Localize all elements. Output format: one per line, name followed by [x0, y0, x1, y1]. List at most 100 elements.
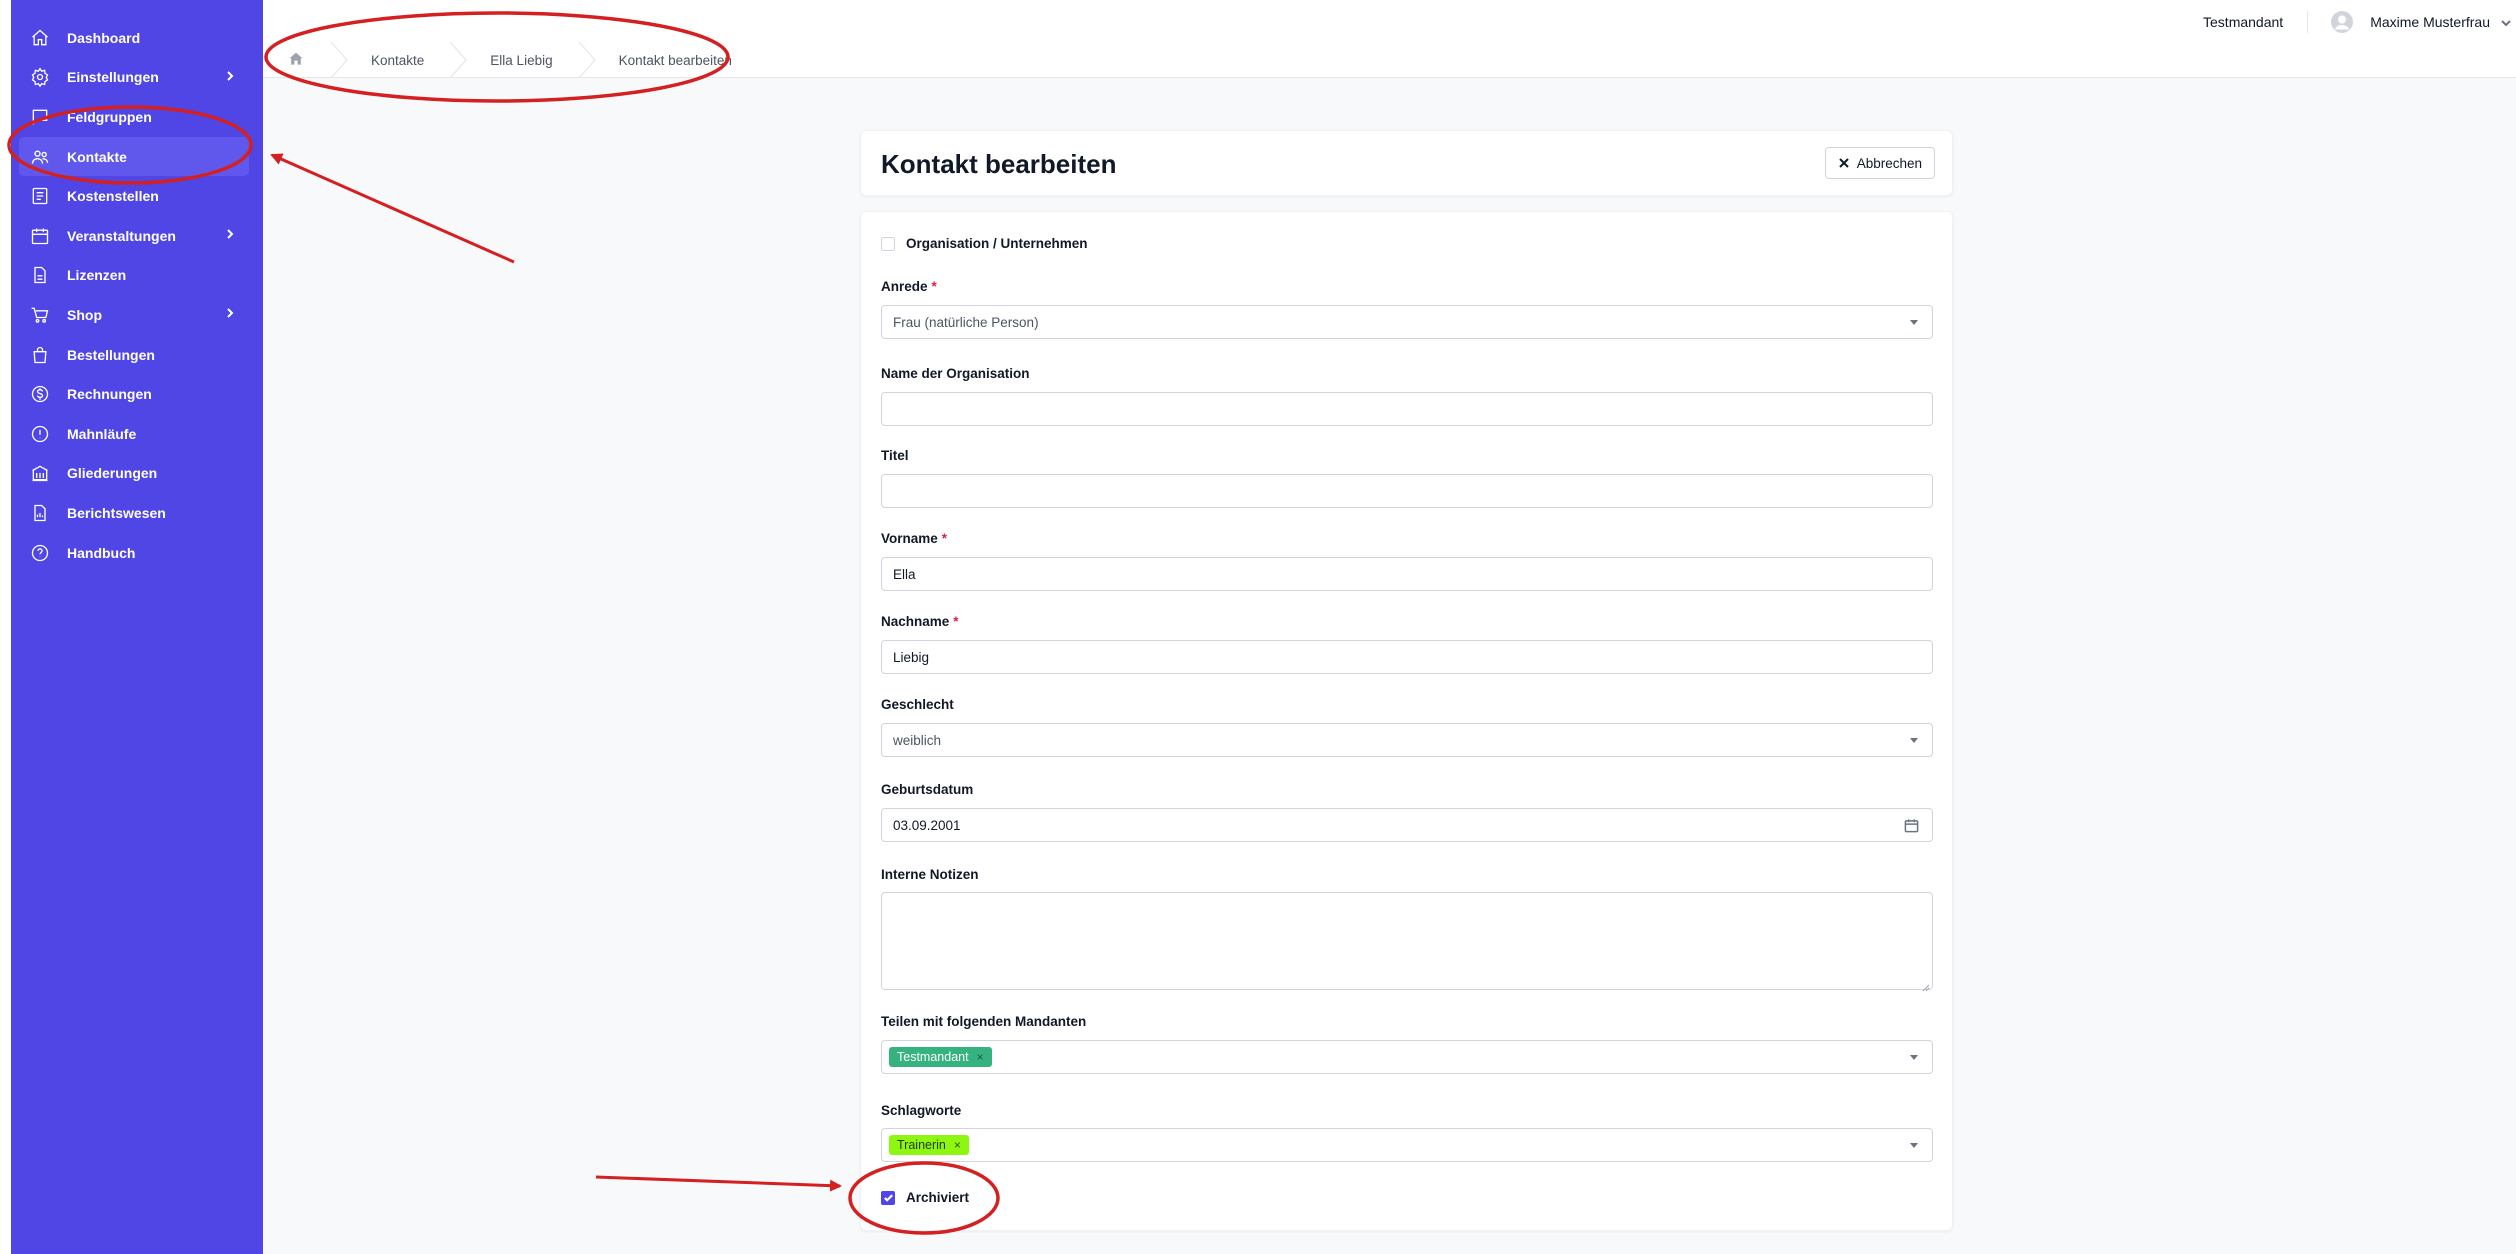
sidebar-item-shop[interactable]: Shop	[11, 295, 263, 335]
caret-down-icon	[1910, 1055, 1918, 1060]
annotation-arrow-kontakte	[270, 153, 515, 264]
mandanten-multiselect[interactable]: Testmandant ×	[881, 1040, 1933, 1074]
sidebar-item-feldgruppen[interactable]: Feldgruppen	[11, 97, 263, 137]
chevron-right-icon	[223, 306, 237, 320]
user-name: Maxime Musterfrau	[2370, 14, 2490, 30]
alert-circle-icon	[29, 423, 51, 445]
chevron-right-icon	[223, 227, 237, 241]
sidebar-item-label: Feldgruppen	[67, 108, 152, 125]
breadcrumb-separator	[577, 41, 597, 79]
sidebar-item-dashboard[interactable]: Dashboard	[11, 18, 263, 58]
ledger-icon	[29, 185, 51, 207]
sidebar-item-lizenzen[interactable]: Lizenzen	[11, 256, 263, 296]
sidebar-item-label: Dashboard	[67, 29, 141, 46]
users-icon	[29, 146, 51, 168]
sidebar-item-veranstaltungen[interactable]: Veranstaltungen	[11, 216, 263, 256]
top-right-area: Testmandant Maxime Musterfrau	[2203, 0, 2516, 44]
calendar-icon[interactable]	[1904, 818, 1919, 833]
mandanten-label: Teilen mit folgenden Mandanten	[881, 1014, 1087, 1029]
check-icon	[883, 1194, 893, 1202]
sidebar-item-label: Einstellungen	[67, 69, 159, 86]
archiviert-checkbox-row[interactable]: Archiviert	[881, 1190, 969, 1205]
chat-icon	[29, 106, 51, 128]
sidebar-item-label: Berichtswesen	[67, 504, 166, 521]
sidebar-nav: Dashboard Einstellungen Feldgruppen Kont…	[11, 0, 263, 572]
caret-down-icon	[1910, 738, 1918, 743]
sidebar-item-kostenstellen[interactable]: Kostenstellen	[11, 176, 263, 216]
sidebar-item-label: Mahnläufe	[67, 425, 137, 442]
notizen-textarea[interactable]	[881, 892, 1933, 992]
gear-icon	[29, 66, 51, 88]
dollar-circle-icon	[29, 383, 51, 405]
sidebar-item-einstellungen[interactable]: Einstellungen	[11, 58, 263, 98]
annotation-arrow-archiviert	[595, 1175, 842, 1192]
left-edge-strip	[0, 0, 11, 1254]
calendar-icon	[29, 225, 51, 247]
mandant-label[interactable]: Testmandant	[2203, 11, 2309, 33]
vorname-label: Vorname *	[881, 531, 948, 546]
cart-icon	[29, 304, 51, 326]
report-icon	[29, 502, 51, 524]
resize-handle-icon[interactable]	[1922, 979, 1930, 992]
geschlecht-select[interactable]: weiblich	[881, 723, 1933, 757]
bag-icon	[29, 344, 51, 366]
geburtsdatum-input[interactable]: 03.09.2001	[881, 808, 1933, 842]
organisation-checkbox-label: Organisation / Unternehmen	[906, 236, 1088, 251]
organisation-name-label: Name der Organisation	[881, 366, 1030, 381]
sidebar-item-label: Shop	[67, 306, 102, 323]
document-icon	[29, 264, 51, 286]
tag-remove-button[interactable]: ×	[954, 1138, 961, 1152]
nachname-label: Nachname *	[881, 614, 959, 629]
sidebar-item-label: Bestellungen	[67, 346, 155, 363]
home-icon	[288, 51, 304, 70]
organisation-name-input[interactable]	[881, 392, 1933, 426]
breadcrumb-separator	[329, 41, 349, 79]
sidebar-item-gliederungen[interactable]: Gliederungen	[11, 454, 263, 494]
sidebar-item-mahnlaeufe[interactable]: Mahnläufe	[11, 414, 263, 454]
cancel-button[interactable]: Abbrechen	[1824, 147, 1935, 179]
top-bar: Kontakte Ella Liebig Kontakt bearbeiten …	[263, 0, 2516, 79]
close-icon	[1838, 157, 1850, 169]
sidebar-item-label: Rechnungen	[67, 386, 152, 403]
tag-remove-button[interactable]: ×	[977, 1050, 984, 1064]
cancel-button-label: Abbrechen	[1856, 155, 1922, 171]
sidebar-item-label: Veranstaltungen	[67, 227, 176, 244]
sidebar-item-label: Gliederungen	[67, 465, 158, 482]
vorname-input[interactable]: Ella	[881, 557, 1933, 591]
caret-down-icon	[1910, 1143, 1918, 1148]
archiviert-label: Archiviert	[906, 1190, 970, 1205]
anrede-select[interactable]: Frau (natürliche Person)	[881, 305, 1933, 339]
breadcrumb: Kontakte Ella Liebig Kontakt bearbeiten	[263, 41, 756, 79]
sidebar-item-label: Lizenzen	[67, 267, 127, 284]
chevron-right-icon	[223, 69, 237, 83]
sidebar-item-handbuch[interactable]: Handbuch	[11, 533, 263, 573]
sidebar: Dashboard Einstellungen Feldgruppen Kont…	[11, 0, 263, 1254]
chevron-down-icon	[2500, 16, 2512, 28]
nachname-input[interactable]: Liebig	[881, 640, 1933, 674]
user-circle-icon	[2330, 10, 2354, 34]
sidebar-item-rechnungen[interactable]: Rechnungen	[11, 374, 263, 414]
tag-chip: Trainerin ×	[889, 1135, 969, 1155]
titel-input[interactable]	[881, 474, 1933, 508]
sidebar-item-bestellungen[interactable]: Bestellungen	[11, 335, 263, 375]
anrede-label: Anrede *	[881, 279, 937, 294]
home-icon	[29, 27, 51, 49]
sidebar-item-berichtswesen[interactable]: Berichtswesen	[11, 493, 263, 533]
breadcrumb-home[interactable]	[263, 42, 329, 78]
archiviert-checkbox[interactable]	[881, 1190, 895, 1205]
breadcrumb-separator	[448, 41, 468, 79]
schlagworte-multiselect[interactable]: Trainerin ×	[881, 1128, 1933, 1162]
breadcrumb-item-kontakte[interactable]: Kontakte	[349, 42, 448, 78]
notizen-label: Interne Notizen	[881, 867, 979, 882]
caret-down-icon	[1910, 320, 1918, 325]
geburtsdatum-label: Geburtsdatum	[881, 782, 974, 797]
organisation-checkbox-row[interactable]: Organisation / Unternehmen	[881, 236, 1088, 251]
breadcrumb-item-contact[interactable]: Ella Liebig	[468, 42, 576, 78]
contact-form: Organisation / Unternehmen Anrede * Frau …	[860, 211, 1953, 1231]
sidebar-item-kontakte[interactable]: Kontakte	[19, 136, 249, 177]
page-title: Kontakt bearbeiten	[881, 149, 1117, 179]
page-header-card: Kontakt bearbeiten Abbrechen	[860, 130, 1953, 196]
organisation-checkbox[interactable]	[881, 236, 895, 251]
user-menu[interactable]: Maxime Musterfrau	[2308, 10, 2516, 34]
help-circle-icon	[29, 542, 51, 564]
